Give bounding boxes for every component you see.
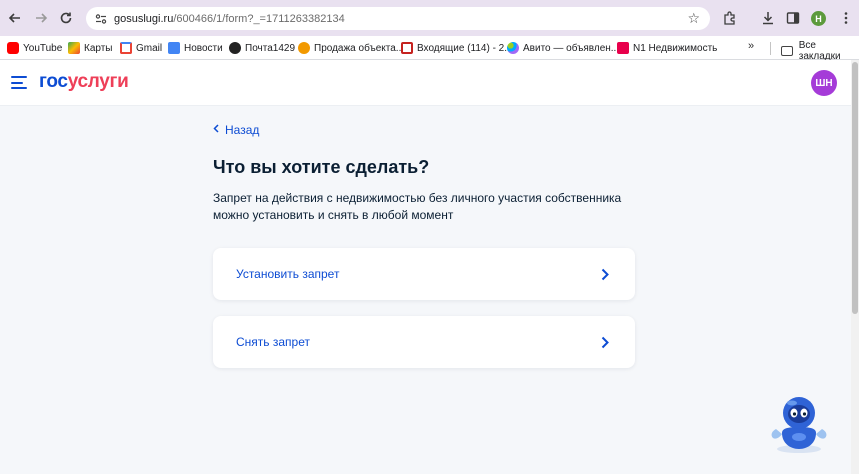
extensions-icon[interactable] <box>721 9 739 27</box>
bookmark-label: N1 Недвижимость <box>633 42 718 54</box>
bookmark-inbox[interactable]: Входящие (114) - 2... <box>401 40 513 56</box>
bookmark-label: Почта1429 <box>245 42 296 54</box>
remove-ban-option[interactable]: Снять запрет <box>213 316 635 368</box>
bookmark-youtube[interactable]: YouTube <box>7 40 62 56</box>
bookmark-mail1429[interactable]: Почта1429 <box>229 40 295 56</box>
gmail-icon <box>120 42 132 54</box>
bookmark-label: Продажа объекта... <box>314 42 405 54</box>
back-arrow-icon[interactable] <box>6 9 24 27</box>
logo-part-uslugi: услуги <box>67 71 129 92</box>
option-label: Снять запрет <box>236 335 310 349</box>
url-domain: gosuslugi.ru <box>114 12 174 25</box>
bookmark-label: Авито — объявлен... <box>523 42 620 54</box>
bookmark-label: Новости <box>184 42 223 54</box>
browser-toolbar: gosuslugi.ru/600466/1/form?_=17112633821… <box>0 0 859 36</box>
bookmark-news[interactable]: Новости <box>168 40 223 56</box>
reload-icon[interactable] <box>57 9 75 27</box>
gmail-icon <box>401 42 413 54</box>
bookmark-label: Карты <box>84 42 113 54</box>
chevron-left-icon <box>213 124 219 136</box>
scrollbar-thumb[interactable] <box>852 62 858 314</box>
bookmark-label: Gmail <box>136 42 163 54</box>
chevron-right-icon <box>601 267 611 281</box>
youtube-icon <box>7 42 19 54</box>
forward-arrow-icon[interactable] <box>32 9 50 27</box>
n1-icon <box>617 42 629 54</box>
page-description: Запрет на действия с недвижимостью без л… <box>213 191 622 222</box>
site-settings-icon[interactable] <box>94 12 108 26</box>
logo-part-gos: гос <box>39 71 68 92</box>
bookmarks-divider <box>770 42 771 55</box>
url-path: /600466/1/form?_=1711263382134 <box>173 12 345 25</box>
globe-icon <box>229 42 241 54</box>
bookmark-star-icon[interactable]: ☆ <box>687 10 700 27</box>
page-scrollbar[interactable] <box>851 60 859 474</box>
bookmark-gmail[interactable]: Gmail <box>120 40 162 56</box>
gosuslugi-logo[interactable]: госуслуги <box>39 71 129 93</box>
maps-icon <box>68 42 80 54</box>
bookmarks-more-button[interactable]: » <box>748 40 754 52</box>
menu-burger-icon[interactable] <box>11 76 27 89</box>
bookmark-label: Входящие (114) - 2... <box>417 42 513 54</box>
bookmark-maps[interactable]: Карты <box>68 40 113 56</box>
user-avatar[interactable]: ШН <box>811 70 837 96</box>
site-header: госуслуги ШН <box>0 60 851 106</box>
bookmark-label: YouTube <box>23 42 63 54</box>
bookmark-property-sale[interactable]: Продажа объекта... <box>298 40 404 56</box>
back-link[interactable]: Назад <box>213 123 259 137</box>
assistant-robot-icon[interactable] <box>768 393 830 455</box>
chevron-right-icon <box>601 335 611 349</box>
back-link-label: Назад <box>225 123 260 137</box>
url-text: gosuslugi.ru/600466/1/form?_=17112633821… <box>114 13 345 25</box>
folder-icon <box>781 46 793 56</box>
avito-icon <box>507 42 519 54</box>
bookmark-avito[interactable]: Авито — объявлен... <box>507 40 619 56</box>
bookmarks-bar: YouTube Карты Gmail Новости Почта1429 Пр… <box>0 36 859 62</box>
browser-menu-icon[interactable] <box>837 9 855 27</box>
address-bar[interactable]: gosuslugi.ru/600466/1/form?_=17112633821… <box>86 7 710 30</box>
browser-profile-avatar[interactable]: Н <box>811 11 826 26</box>
bookmark-n1[interactable]: N1 Недвижимость <box>617 40 717 56</box>
download-icon[interactable] <box>759 9 777 27</box>
page-title: Что вы хотите сделать? <box>213 157 430 177</box>
set-ban-option[interactable]: Установить запрет <box>213 248 635 300</box>
all-bookmarks-label: Все закладки <box>798 40 841 62</box>
all-bookmarks-button[interactable]: Все закладки <box>781 40 859 62</box>
option-label: Установить запрет <box>236 267 340 281</box>
side-panel-icon[interactable] <box>784 9 802 27</box>
sale-icon <box>298 42 310 54</box>
news-icon <box>168 42 180 54</box>
